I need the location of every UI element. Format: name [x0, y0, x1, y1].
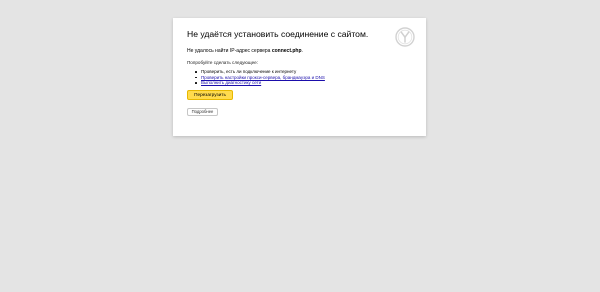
- error-card: Не удаётся установить соединение с сайто…: [173, 18, 426, 136]
- suggestion-run-diagnostics[interactable]: Выполнить диагностику сети: [195, 80, 412, 86]
- error-description: Не удалось найти IP-адрес сервера connec…: [187, 48, 412, 55]
- description-suffix: .: [301, 48, 303, 54]
- description-prefix: Не удалось найти IP-адрес сервера: [187, 48, 272, 54]
- suggestion-text: Проверить, есть ли подключение к интерне…: [201, 69, 297, 74]
- server-host: connect.php: [271, 48, 302, 54]
- suggestion-list: Проверить, есть ли подключение к интерне…: [195, 69, 412, 86]
- try-label: Попробуйте сделать следующее:: [187, 60, 258, 65]
- reload-button[interactable]: Перезагрузить: [187, 89, 233, 100]
- run-network-diagnostics-link[interactable]: Выполнить диагностику сети: [201, 80, 261, 85]
- error-title: Не удаётся установить соединение с сайто…: [187, 29, 369, 39]
- yandex-browser-logo-icon: [395, 27, 415, 47]
- details-button[interactable]: Подробнее: [187, 107, 218, 116]
- check-proxy-settings-link[interactable]: Проверить настройки прокси-сервера, бран…: [201, 75, 325, 80]
